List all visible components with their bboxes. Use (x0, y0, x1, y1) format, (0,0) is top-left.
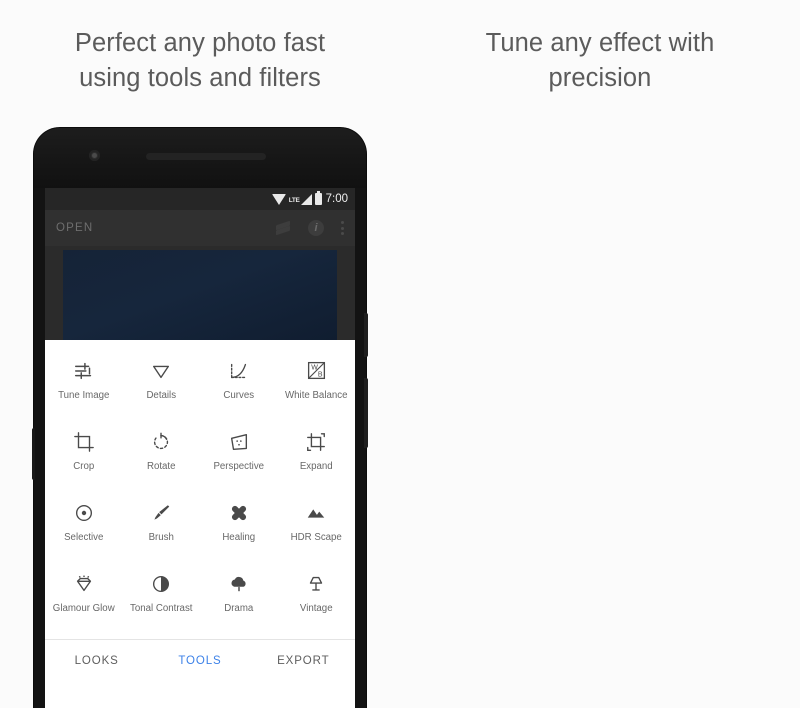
tool-rotate[interactable]: Rotate (123, 420, 201, 489)
phone-mockup-left: LTE 7:00 OPEN i Tune Image Details Curve… (32, 128, 368, 708)
tool-healing[interactable]: Healing (200, 491, 278, 560)
tool-label: HDR Scape (290, 532, 342, 543)
triangle-details-icon (150, 358, 172, 383)
tool-label: Glamour Glow (52, 603, 115, 614)
sim-tray (32, 428, 35, 480)
info-icon[interactable]: i (308, 220, 324, 236)
tool-white-balance[interactable]: W B White Balance (278, 349, 356, 418)
headline-line-2: using tools and filters (79, 64, 321, 92)
earpiece-speaker (146, 153, 266, 160)
svg-text:B: B (318, 372, 323, 379)
volume-button[interactable] (364, 378, 368, 448)
promo-panel-right: Tune any effect with precision LTE (400, 0, 800, 708)
tool-glamour-glow[interactable]: Glamour Glow (45, 562, 123, 631)
tool-selective[interactable]: Selective (45, 491, 123, 560)
tune-sliders-icon (73, 358, 95, 383)
tool-label: Drama (224, 603, 254, 614)
tab-tools[interactable]: TOOLS (148, 655, 251, 667)
tool-label: Curves (223, 390, 255, 401)
tab-looks[interactable]: LOOKS (45, 655, 148, 667)
vintage-lamp-icon (305, 571, 327, 596)
photo-preview-area[interactable] (45, 246, 355, 340)
hdr-mountain-icon (305, 500, 327, 525)
page-title-right: Tune any effect with precision (400, 26, 800, 96)
svg-text:W: W (311, 365, 318, 372)
tool-expand[interactable]: Expand (278, 420, 356, 489)
undo-history-icon[interactable] (276, 221, 291, 235)
power-button[interactable] (364, 313, 368, 357)
headline-line-1: Tune any effect with (485, 29, 715, 57)
tool-hdr-scape[interactable]: HDR Scape (278, 491, 356, 560)
perspective-icon (228, 429, 250, 454)
promo-screenshot-stage: Perfect any photo fast using tools and f… (0, 0, 800, 708)
tool-label: Crop (73, 461, 95, 472)
signal-icon (300, 193, 312, 205)
overflow-menu-icon[interactable] (341, 221, 344, 235)
lte-icon: LTE (288, 197, 300, 204)
crop-icon (73, 429, 95, 454)
selective-target-icon (73, 500, 95, 525)
open-button[interactable]: OPEN (56, 222, 276, 234)
healing-bandage-icon (228, 500, 250, 525)
tool-details[interactable]: Details (123, 349, 201, 418)
status-icons: LTE (271, 191, 322, 205)
tool-label: Tonal Contrast (130, 603, 193, 614)
toolbar-icons: i (276, 220, 344, 236)
front-camera-icon (89, 150, 100, 161)
tool-label: Expand (299, 461, 333, 472)
bottom-tab-bar: LOOKS TOOLS EXPORT (45, 639, 355, 681)
page-title-left: Perfect any photo fast using tools and f… (0, 26, 400, 96)
tool-label: Rotate (146, 461, 176, 472)
clock-time: 7:00 (325, 193, 348, 205)
tool-label: White Balance (285, 390, 348, 401)
tool-drama[interactable]: Drama (200, 562, 278, 631)
tab-export[interactable]: EXPORT (252, 655, 355, 667)
white-balance-icon: W B (306, 358, 327, 383)
rotate-icon (150, 429, 172, 454)
tonal-contrast-icon (150, 571, 172, 596)
expand-icon (305, 429, 327, 454)
tool-vintage[interactable]: Vintage (278, 562, 356, 631)
phone-screen-left: LTE 7:00 OPEN i Tune Image Details Curve… (45, 188, 355, 708)
phone-bezel-top (34, 128, 366, 188)
app-toolbar: OPEN i (45, 210, 355, 246)
android-status-bar: LTE 7:00 (45, 188, 355, 210)
brush-icon (150, 500, 172, 525)
tool-brush[interactable]: Brush (123, 491, 201, 560)
tools-sheet: Tune Image Details Curves W B White Bala… (45, 340, 355, 681)
battery-icon (314, 191, 322, 205)
tool-label: Healing (222, 532, 256, 543)
headline-line-1: Perfect any photo fast (74, 29, 326, 57)
tool-label: Vintage (299, 603, 333, 614)
headline-line-2: precision (548, 64, 652, 92)
tool-tonal-contrast[interactable]: Tonal Contrast (123, 562, 201, 631)
tool-curves[interactable]: Curves (200, 349, 278, 418)
promo-panel-left: Perfect any photo fast using tools and f… (0, 0, 400, 708)
tool-perspective[interactable]: Perspective (200, 420, 278, 489)
tool-label: Tune Image (58, 390, 110, 401)
tool-label: Brush (148, 532, 174, 543)
glamour-gem-icon (73, 571, 95, 596)
tool-label: Selective (64, 532, 104, 543)
tool-label: Details (146, 390, 177, 401)
curves-icon (228, 358, 250, 383)
tool-tune-image[interactable]: Tune Image (45, 349, 123, 418)
wifi-icon (271, 193, 286, 205)
tool-crop[interactable]: Crop (45, 420, 123, 489)
tool-label: Perspective (213, 461, 265, 472)
drama-cloud-icon (228, 571, 250, 596)
